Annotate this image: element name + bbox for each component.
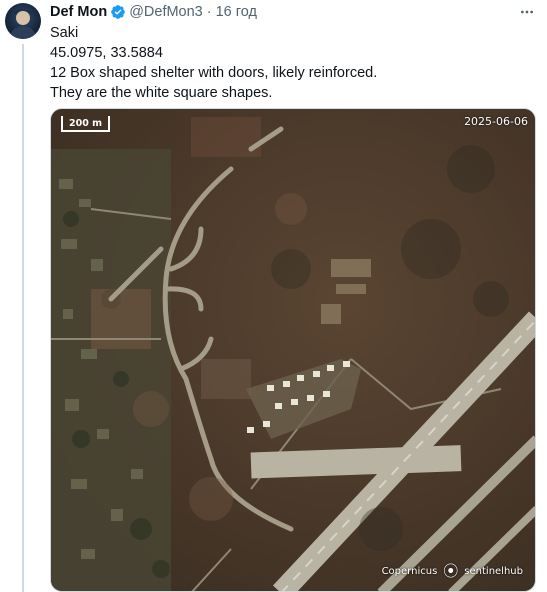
scale-bar: 200 m xyxy=(61,116,111,132)
more-options-icon[interactable] xyxy=(517,3,537,21)
post-text-line: 12 Box shaped shelter with doors, likely… xyxy=(50,65,378,81)
copernicus-logo: Copernicus xyxy=(381,566,438,577)
post-text-line: 45.0975, 33.5884 xyxy=(50,45,163,61)
image-credit: Copernicus ⦿ sentinelhub xyxy=(382,564,523,579)
image-date: 2025-06-06 xyxy=(464,115,528,128)
sentinelhub-logo: sentinelhub xyxy=(464,566,523,577)
satellite-image-render xyxy=(51,109,535,591)
author-handle[interactable]: @DefMon3 xyxy=(129,3,203,21)
post-header: Def Mon @DefMon3 · 16 год xyxy=(50,3,537,21)
separator-dot: · xyxy=(206,4,212,20)
thread-line xyxy=(22,44,24,592)
post-time[interactable]: 16 год xyxy=(216,3,257,21)
post-text-line: Saki xyxy=(50,25,79,41)
post-text: Saki 45.0975, 33.5884 12 Box shaped shel… xyxy=(50,23,530,103)
satellite-image[interactable]: 200 m 2025-06-06 Copernicus ⦿ sentinelhu… xyxy=(50,108,536,592)
post-text-line: They are the white square shapes. xyxy=(50,85,273,101)
author-name[interactable]: Def Mon xyxy=(50,3,107,21)
avatar[interactable] xyxy=(5,3,41,39)
verified-badge-icon[interactable] xyxy=(110,4,126,20)
sentinelhub-icon: ⦿ xyxy=(443,562,459,580)
